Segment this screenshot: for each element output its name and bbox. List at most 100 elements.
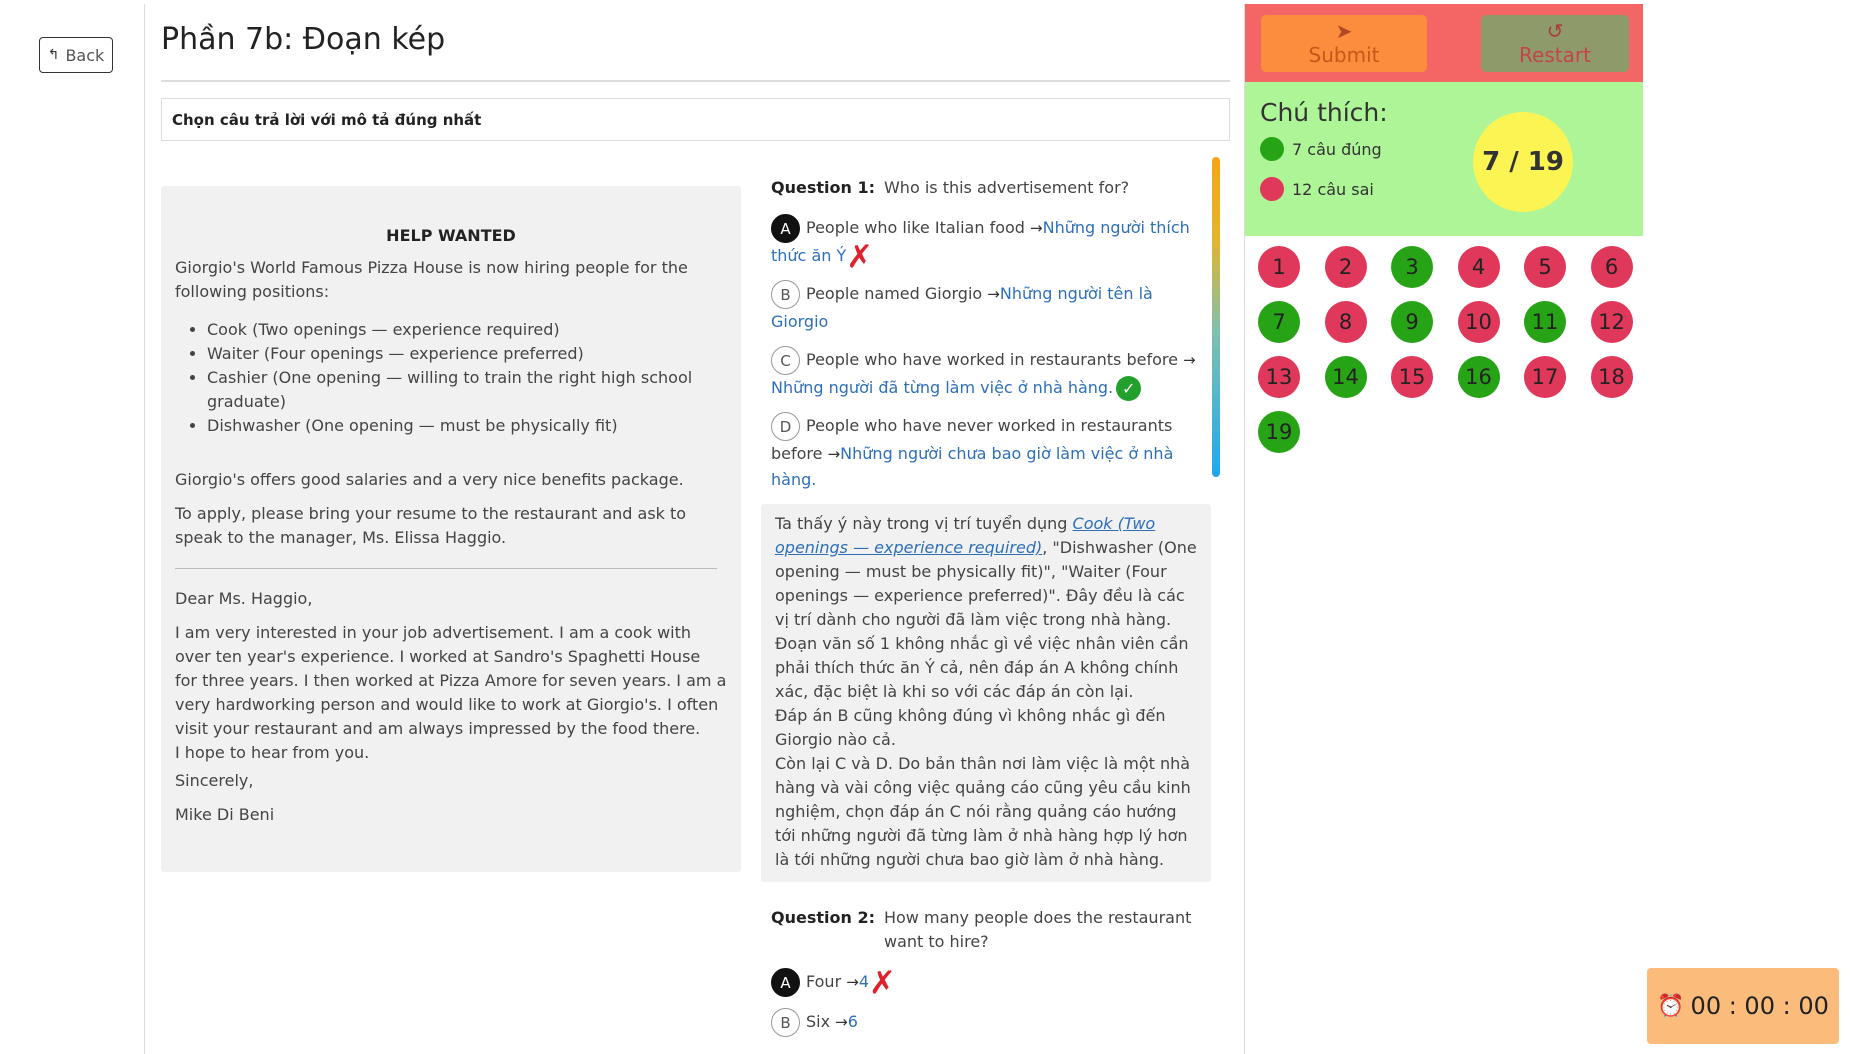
question-nav-button[interactable]: 19 (1258, 411, 1300, 453)
arrow-right-icon: → (827, 445, 841, 463)
question-nav-button[interactable]: 11 (1524, 301, 1566, 343)
option-translation: 6 (847, 1012, 858, 1031)
option-translation: Những người đã từng làm việc ở nhà hàng. (771, 378, 1114, 397)
arrow-right-icon: → (835, 1013, 848, 1031)
alarm-clock-icon: ⏰ (1657, 993, 1685, 1019)
option-letter-b[interactable]: B (771, 280, 800, 309)
letter-closing: Sincerely, (175, 771, 254, 790)
question-nav-button[interactable]: 9 (1391, 301, 1433, 343)
submit-label: Submit (1308, 42, 1380, 67)
question-nav-button[interactable]: 4 (1457, 246, 1500, 288)
question-nav-button[interactable]: 6 (1590, 246, 1633, 288)
correct-dot (1260, 137, 1284, 161)
arrow-right-icon: → (1030, 219, 1043, 237)
q2-option-b[interactable]: B Six →6 (771, 1008, 1201, 1037)
passage-divider (175, 568, 717, 569)
paper-plane-icon: ➤ (1335, 18, 1353, 43)
passage-intro: Giorgio's World Famous Pizza House is no… (175, 258, 688, 301)
question-nav-button[interactable]: 16 (1457, 356, 1500, 398)
wrong-dot (1260, 177, 1284, 201)
question-nav-button[interactable]: 12 (1590, 301, 1633, 343)
question-nav-button[interactable]: 13 (1258, 356, 1300, 398)
arrow-right-icon: → (987, 285, 1000, 303)
question-nav-button[interactable]: 1 (1258, 246, 1300, 288)
wrong-mark-icon: ✗ (869, 963, 896, 1002)
restart-button[interactable]: ↺ Restart (1481, 15, 1629, 72)
option-letter-a[interactable]: A (771, 968, 800, 997)
option-letter-b[interactable]: B (771, 1008, 800, 1037)
q1-option-d[interactable]: D People who have never worked in restaur… (771, 412, 1201, 493)
question-1: Question 1: Who is this advertisement fo… (771, 176, 1201, 200)
legend-title: Chú thích: (1260, 98, 1388, 127)
passage-apply: To apply, please bring your resume to th… (175, 504, 687, 547)
option-translation: 4 (858, 972, 869, 991)
legend-wrong-label: 12 câu sai (1292, 179, 1374, 199)
option-text: Six (806, 1012, 831, 1031)
letter-hope: I hope to hear from you. (175, 743, 370, 762)
explanation-line: Còn lại C và D. Do bản thân nơi làm việc… (775, 754, 1191, 869)
q1-option-a[interactable]: A People who like Italian food →Những ngư… (771, 214, 1201, 273)
question-nav-button[interactable]: 5 (1524, 246, 1566, 288)
question-text: How many people does the restaurant want… (883, 908, 1192, 951)
list-item: Cashier (One opening — willing to train … (207, 366, 727, 414)
legend-panel: Chú thích: 7 câu đúng 12 câu sai 7 / 19 (1245, 82, 1643, 236)
timer: ⏰ 00 : 00 : 00 (1647, 968, 1839, 1044)
option-text: People who have worked in restaurants be… (806, 350, 1178, 369)
positions-list: Cook (Two openings — experience required… (207, 318, 727, 438)
back-button[interactable]: ↰ Back (39, 37, 113, 73)
reply-arrow-icon: ↰ (47, 47, 60, 63)
passage-benefits: Giorgio's offers good salaries and a ver… (175, 470, 684, 489)
side-panel: ➤ Submit ↺ Restart Chú thích: 7 câu đúng… (1245, 4, 1643, 1054)
wrong-mark-icon: ✗ (846, 237, 874, 276)
page-title: Phần 7b: Đoạn kép (161, 22, 446, 57)
option-letter-c[interactable]: C (771, 346, 800, 375)
scroll-progress-bar[interactable] (1212, 157, 1220, 477)
reading-passage: HELP WANTED Giorgio's World Famous Pizza… (161, 186, 741, 872)
back-label: Back (65, 45, 105, 65)
question-nav-button[interactable]: 17 (1524, 356, 1566, 398)
option-text: People who like Italian food (806, 218, 1025, 237)
question-nav-button[interactable]: 2 (1324, 246, 1367, 288)
main-content: Phần 7b: Đoạn kép Chọn câu trả lời với m… (144, 4, 1245, 1054)
question-number: Question 2: (771, 908, 875, 927)
question-2: Question 2: How many people does the res… (771, 906, 1201, 954)
question-nav-button[interactable]: 3 (1391, 246, 1433, 288)
q1-explanation: Ta thấy ý này trong vị trí tuyển dụng Co… (761, 504, 1211, 882)
letter-signature: Mike Di Beni (175, 805, 275, 824)
question-text: Who is this advertisement for? (883, 178, 1130, 197)
question-nav-button[interactable]: 8 (1324, 301, 1367, 343)
legend-correct-label: 7 câu đúng (1292, 139, 1382, 159)
list-item: Waiter (Four openings — experience prefe… (207, 342, 727, 366)
option-letter-a[interactable]: A (771, 214, 800, 243)
letter-body-text: I am very interested in your job adverti… (175, 623, 727, 738)
arrow-right-icon: → (1183, 351, 1196, 369)
option-letter-d[interactable]: D (771, 412, 800, 441)
option-text: People named Giorgio (806, 284, 983, 303)
letter-body: I am very interested in your job adverti… (175, 621, 727, 765)
question-navigator: 1 2 3 4 5 6 7 8 9 10 11 12 13 14 15 16 17 18 19 (1258, 246, 1638, 453)
timer-value: 00 : 00 : 00 (1690, 992, 1829, 1020)
title-divider (161, 80, 1230, 82)
list-item: Dishwasher (One opening — must be physic… (207, 414, 727, 438)
question-nav-button[interactable]: 18 (1590, 356, 1633, 398)
option-text: Four (806, 972, 842, 991)
letter-greeting: Dear Ms. Haggio, (175, 589, 313, 608)
score-badge: 7 / 19 (1473, 112, 1573, 212)
question-nav-button[interactable]: 10 (1457, 301, 1500, 343)
q1-option-c[interactable]: C People who have worked in restaurants b… (771, 346, 1201, 401)
question-nav-button[interactable]: 14 (1324, 356, 1367, 398)
restart-label: Restart (1519, 42, 1591, 67)
explanation-prefix: Ta thấy ý này trong vị trí tuyển dụng (775, 514, 1073, 533)
instruction-box: Chọn câu trả lời với mô tả đúng nhất (161, 98, 1230, 141)
q2-option-a[interactable]: A Four →4✗ (771, 967, 1201, 999)
rotate-icon: ↺ (1546, 18, 1564, 43)
q1-option-b[interactable]: B People named Giorgio →Những người tên l… (771, 280, 1201, 335)
legend-wrong: 12 câu sai (1260, 177, 1374, 201)
explanation-line: Đoạn văn số 1 không nhắc gì về việc nhân… (775, 634, 1189, 701)
question-number: Question 1: (771, 178, 875, 197)
legend-correct: 7 câu đúng (1260, 137, 1382, 161)
question-nav-button[interactable]: 7 (1258, 301, 1300, 343)
question-nav-button[interactable]: 15 (1391, 356, 1433, 398)
submit-button[interactable]: ➤ Submit (1261, 15, 1427, 72)
passage-heading: HELP WANTED (386, 226, 516, 245)
